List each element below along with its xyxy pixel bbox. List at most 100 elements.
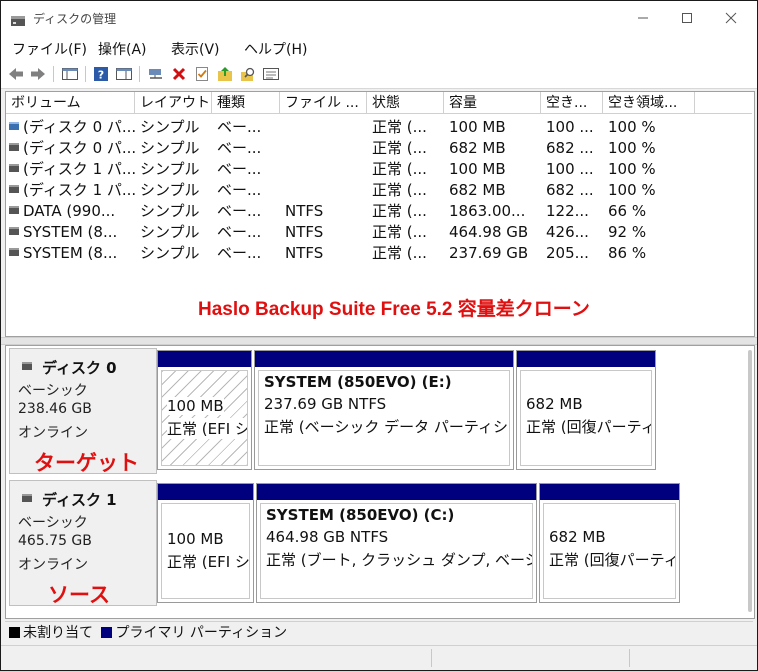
cell-layout: シンプル (135, 222, 212, 243)
cell-free-space-text: 205... (546, 244, 589, 262)
checklist-icon[interactable] (193, 65, 211, 83)
table-row[interactable]: SYSTEM (8... シンプル ベー... NTFS 正常 (... 237.69 G… (6, 243, 752, 264)
partition-area: 100 MB 正常 (EFI シ (161, 503, 250, 599)
column-header-status[interactable]: 状態 (367, 92, 444, 114)
cell-capacity-text: 464.98 GB (449, 223, 529, 241)
disk-1-partition-system[interactable]: SYSTEM (850EVO) (C:) 464.98 GB NTFS 正常 (… (256, 483, 537, 603)
volume-icon (9, 184, 19, 193)
cell-free-space-text: 682 ... (546, 139, 594, 157)
cell-status: 正常 (... (367, 180, 444, 201)
disk-0-partition-recovery[interactable]: 682 MB 正常 (回復パーティ (516, 350, 656, 470)
cell-free-space-text: 426... (546, 223, 589, 241)
table-row[interactable]: (ディスク 1 パ... シンプル ベー... 正常 (... 100 MB 100 ..… (6, 159, 752, 180)
partition-status: 正常 (回復パーティ (526, 418, 652, 436)
cell-layout-text: シンプル (140, 223, 200, 241)
column-header-percent-free[interactable]: 空き領域... (603, 92, 695, 114)
search-icon[interactable] (239, 65, 257, 83)
column-header-blank (695, 92, 752, 114)
disk-graphical-view: ディスク 0 ベーシック 238.46 GB オンライン ターゲット 100 M… (5, 345, 755, 619)
status-bar-divider (431, 649, 432, 667)
table-row[interactable]: (ディスク 1 パ... シンプル ベー... 正常 (... 682 MB 682 ..… (6, 180, 752, 201)
delete-icon[interactable] (170, 65, 188, 83)
cell-volume: (ディスク 0 パ... (6, 138, 135, 159)
toolbar-separator (53, 66, 54, 82)
cell-capacity: 682 MB (444, 138, 541, 159)
column-header-volume[interactable]: ボリューム (6, 92, 135, 114)
back-icon[interactable] (7, 65, 25, 83)
menu-help[interactable]: ヘルプ(H) (244, 39, 307, 59)
column-header-type[interactable]: 種類 (212, 92, 280, 114)
partition-area: 682 MB 正常 (回復パーティ (520, 370, 652, 466)
partition-status: 正常 (ブート, クラッシュ ダンプ, ベーシック デ (266, 551, 532, 569)
cell-type-text: ベー... (217, 139, 262, 157)
cell-free-space: 682 ... (541, 138, 603, 159)
cell-status-text: 正常 (... (372, 181, 427, 199)
primary-partition-swatch (101, 626, 113, 638)
cell-layout-text: シンプル (140, 160, 200, 178)
table-row[interactable]: (ディスク 0 パ... シンプル ベー... 正常 (... 100 MB 100 ..… (6, 117, 752, 138)
cell-volume-text: (ディスク 0 パ... (23, 139, 135, 157)
cell-percent-free-text: 100 % (608, 181, 656, 199)
disk-1-partition-efi[interactable]: 100 MB 正常 (EFI シ (157, 483, 254, 603)
cell-status: 正常 (... (367, 138, 444, 159)
cell-volume: (ディスク 0 パ... (6, 117, 135, 138)
maximize-icon (682, 13, 692, 23)
connect-icon[interactable] (147, 65, 165, 83)
status-bar (1, 645, 757, 670)
properties-icon[interactable] (262, 65, 280, 83)
forward-icon[interactable] (29, 65, 47, 83)
pane-splitter[interactable] (1, 337, 757, 345)
cell-percent-free: 86 % (603, 243, 695, 264)
legend-unallocated: 未割り当て (23, 625, 93, 641)
disk-1-name: ディスク 1 (22, 489, 117, 510)
menu-action[interactable]: 操作(A) (98, 39, 147, 59)
column-header-free-space[interactable]: 空き... (541, 92, 603, 114)
column-header-capacity[interactable]: 容量 (444, 92, 541, 114)
disk-1-label[interactable]: ディスク 1 ベーシック 465.75 GB オンライン ソース (9, 480, 157, 607)
disk-0-partition-efi[interactable]: 100 MB 正常 (EFI シ (157, 350, 252, 470)
partition-selected-area: 100 MB 正常 (EFI シ (161, 370, 248, 466)
cell-volume-text: DATA (990... (23, 202, 116, 220)
close-icon (725, 12, 737, 24)
partition-color-bar (255, 351, 513, 367)
cell-layout-text: シンプル (140, 244, 200, 262)
cell-filesystem: NTFS (280, 222, 367, 243)
volume-icon (9, 142, 19, 151)
cell-capacity: 100 MB (444, 117, 541, 138)
cell-type-text: ベー... (217, 244, 262, 262)
table-row[interactable]: (ディスク 0 パ... シンプル ベー... 正常 (... 682 MB 682 ..… (6, 138, 752, 159)
maximize-button[interactable] (665, 5, 709, 31)
close-button[interactable] (709, 5, 753, 31)
volume-icon (9, 247, 19, 256)
disk-1-size: 465.75 GB (18, 533, 92, 549)
cell-capacity: 682 MB (444, 180, 541, 201)
menu-file[interactable]: ファイル(F) (12, 39, 87, 59)
disk-icon (22, 493, 32, 502)
disk-0-label[interactable]: ディスク 0 ベーシック 238.46 GB オンライン ターゲット (9, 348, 157, 475)
cell-free-space: 100 ... (541, 159, 603, 180)
help-icon[interactable]: ? (92, 65, 110, 83)
cell-type-text: ベー... (217, 223, 262, 241)
partition-title: SYSTEM (850EVO) (C:) (266, 506, 455, 524)
console-tree-icon[interactable] (61, 65, 79, 83)
cell-filesystem (280, 159, 367, 180)
partition-size: 682 MB (526, 395, 583, 413)
cell-type: ベー... (212, 138, 280, 159)
cell-capacity-text: 682 MB (449, 139, 506, 157)
properties-pane-icon[interactable] (115, 65, 133, 83)
column-header-filesystem[interactable]: ファイル ... (280, 92, 367, 114)
disk-0-partition-system[interactable]: SYSTEM (850EVO) (E:) 237.69 GB NTFS 正常 (… (254, 350, 514, 470)
column-header-layout[interactable]: レイアウト (135, 92, 212, 114)
partition-color-bar (540, 484, 679, 500)
cell-capacity-text: 100 MB (449, 118, 506, 136)
menu-view[interactable]: 表示(V) (171, 39, 220, 59)
disk-1-partition-recovery[interactable]: 682 MB 正常 (回復パーティ (539, 483, 680, 603)
unallocated-swatch (9, 626, 20, 638)
table-row[interactable]: DATA (990... シンプル ベー... NTFS 正常 (... 1863.00.… (6, 201, 752, 222)
table-row[interactable]: SYSTEM (8... シンプル ベー... NTFS 正常 (... 464.98 G… (6, 222, 752, 243)
cell-volume-text: (ディスク 1 パ... (23, 160, 135, 178)
partition-color-bar (158, 484, 253, 500)
minimize-button[interactable] (621, 5, 665, 31)
folder-up-icon[interactable] (216, 65, 234, 83)
vertical-scrollbar[interactable] (748, 350, 752, 612)
